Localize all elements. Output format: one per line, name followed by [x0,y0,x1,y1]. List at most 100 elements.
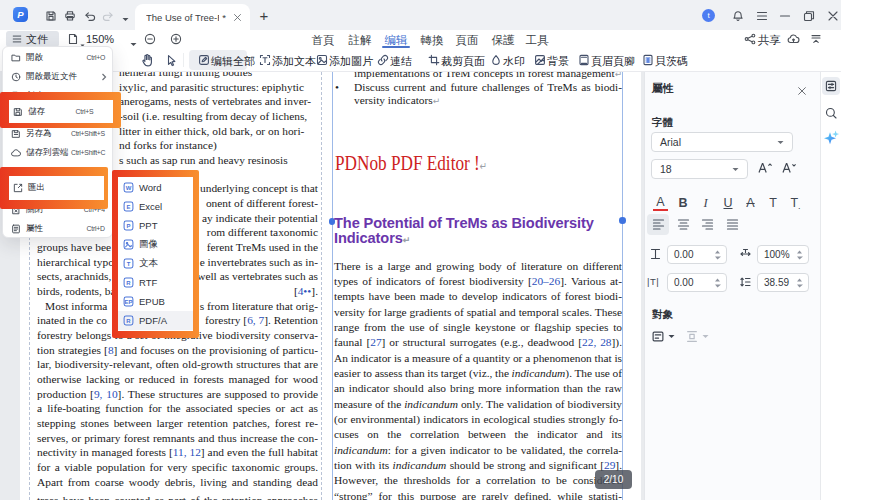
menu-item-label: 開啟最近文件 [26,71,77,83]
export-option-2[interactable]: PPPT [118,216,193,235]
reference-link[interactable]: 8 [108,344,114,356]
doc-line: cuses on the correlation between the ind… [334,428,622,442]
zoom-in-icon[interactable] [169,32,183,46]
history-caret-icon[interactable] [119,13,132,26]
collapse-toolbar-icon[interactable] [809,32,823,46]
zoom-out-icon[interactable] [143,32,157,46]
stepper-arrows-icon[interactable] [714,278,721,288]
export-option-6[interactable]: EPEPUB [118,292,193,311]
zoom-level[interactable]: 150% [86,33,114,45]
font-size-select[interactable]: 18 [651,159,748,179]
export-option-0[interactable]: WWord [118,178,193,197]
italic-term: indicandum [334,444,388,456]
align-center-icon[interactable] [677,217,690,235]
font-size-down-icon[interactable] [781,161,797,174]
ribbon-tab-0[interactable]: 首頁 [303,33,343,48]
export-option-label: Excel [139,201,162,212]
char-spacing-input[interactable]: 0.00 [667,245,727,264]
font-color-icon[interactable]: A [653,196,668,211]
hand-tool-icon[interactable] [140,53,154,67]
new-tab-button[interactable]: + [256,5,272,25]
ribbon-tab-4[interactable]: 頁面 [447,33,487,48]
print-icon[interactable] [63,9,76,22]
align-justify-icon[interactable] [726,217,739,235]
bullet-marker: • [335,81,339,95]
notification-bell-icon[interactable] [731,9,744,22]
align-row [645,217,821,235]
doc-line: versity indicators↵ [354,94,440,109]
font-size-up-icon[interactable] [757,161,773,174]
file-menu-button[interactable]: 文件 [6,31,59,47]
floppy-pen-icon [11,128,22,139]
file-menu-item-0[interactable]: 開啟Ctrl+O [3,48,114,67]
toolbar-separator [183,53,184,67]
align-left-icon[interactable] [652,217,665,235]
select-tool-icon[interactable] [164,53,178,67]
ribbon-tab-6[interactable]: 工具 [517,33,557,48]
caret-down-icon[interactable] [702,334,709,339]
cloud-icon[interactable] [786,32,800,46]
doc-line: litter in either thick, old bark, or on … [119,125,304,139]
file-menu-item-1[interactable]: 開啟最近文件 [3,67,114,86]
line-spacing-input[interactable]: 38.59 [757,273,809,292]
image-file-icon [123,239,134,250]
app-menu-icon[interactable] [755,9,768,22]
export-option-label: 文本 [139,257,158,270]
stepper-arrows-icon[interactable] [714,250,721,260]
panel-close-icon[interactable] [797,82,807,92]
strike-icon[interactable]: A [743,196,758,210]
italic-icon[interactable]: I [698,196,713,211]
export-option-5[interactable]: RRTF [118,273,193,292]
reference-link[interactable]: 20–26 [532,275,560,287]
file-menu-item-save-highlight[interactable]: 儲存 Ctrl+S [10,102,110,121]
share-icon[interactable] [743,32,757,46]
reference-link[interactable]: 22, 28 [582,336,612,348]
word-file-icon: W [123,182,134,193]
bold-icon[interactable]: B [676,196,691,210]
restore-icon[interactable] [802,9,815,22]
align-right-icon[interactable] [701,217,714,235]
object-align-icon[interactable] [651,330,665,343]
user-avatar[interactable]: t [702,9,715,22]
stepper-arrows-icon[interactable] [796,278,803,288]
export-option-4[interactable]: T文本 [118,254,193,273]
export-option-label: PPT [139,220,157,231]
h-scale-input[interactable]: 100% [757,245,809,264]
reference-link[interactable]: 27 [370,336,381,348]
file-menu-item-5[interactable]: 儲存到雲端Ctrl+Shift+C [3,143,114,162]
stepper-arrows-icon[interactable] [796,250,803,260]
ribbon-tab-3[interactable]: 轉換 [412,33,452,48]
reference-link[interactable]: 11, 12 [173,446,201,458]
file-menu-item-9[interactable]: 屬性Ctrl+D [3,219,114,238]
tab-close-icon[interactable] [233,13,242,22]
selection-handle-right[interactable] [619,217,626,224]
ribbon-tab-1[interactable]: 註解 [340,33,380,48]
document-tab[interactable]: The Use of Tree-Relate... * [135,4,250,30]
underline-icon[interactable]: U [721,196,736,210]
properties-panel-icon[interactable] [822,77,840,95]
text-block-dashed-border [321,72,322,500]
export-submenu: WWordEExcelPPPT圖像T文本RRTFEPEPUBRPDF/A [118,177,193,331]
object-distribute-icon[interactable] [685,330,699,343]
export-option-3[interactable]: 圖像 [118,235,193,254]
file-menu-item-export-highlight[interactable]: 匯出 [10,179,102,198]
subscript-icon[interactable]: T [788,196,803,211]
reference-link[interactable]: 4•• [298,285,312,297]
minimize-icon[interactable] [778,9,791,22]
caps-icon[interactable]: T [766,196,781,210]
search-icon[interactable] [822,104,840,122]
ai-assistant-icon[interactable] [822,128,840,146]
export-option-1[interactable]: EExcel [118,197,193,216]
undo-icon[interactable] [83,9,96,22]
reference-link[interactable]: 6, 7 [247,314,264,326]
redo-icon[interactable] [101,9,114,22]
reference-link[interactable]: 9, 10 [94,388,118,400]
font-family-select[interactable]: Arial [651,132,793,152]
caret-down-icon[interactable] [668,334,675,339]
share-label[interactable]: 共享 [758,33,781,48]
export-option-7[interactable]: RPDF/A [118,311,193,330]
menu-item-label: 開啟 [26,52,43,64]
save-icon[interactable] [44,9,57,22]
baseline-input[interactable]: 0.00 [667,273,727,292]
close-icon[interactable] [826,9,839,22]
